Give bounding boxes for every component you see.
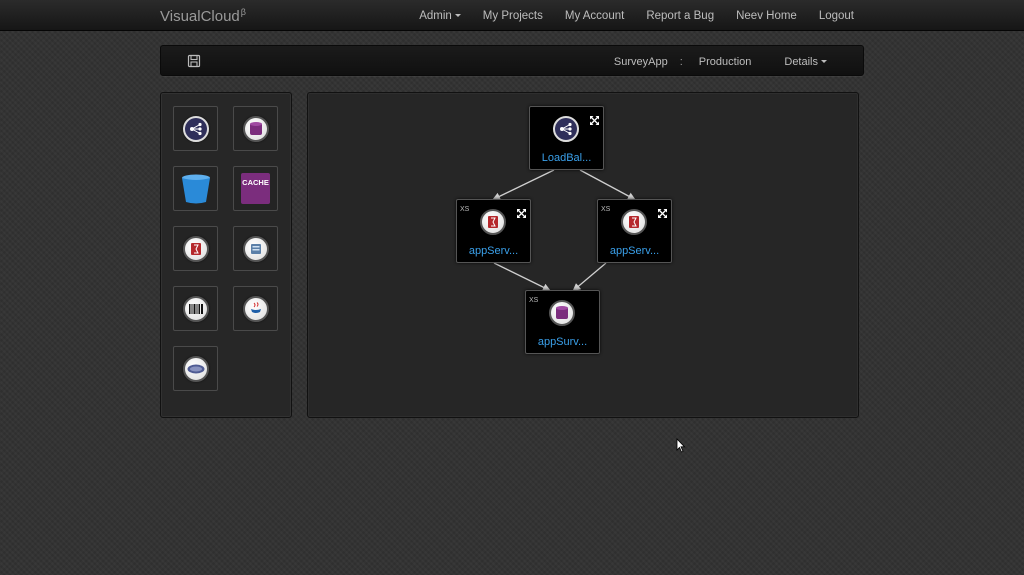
app-server-icon bbox=[480, 209, 506, 235]
nav-admin-label: Admin bbox=[419, 9, 452, 22]
expand-icon bbox=[517, 209, 526, 218]
node-label: appSurv... bbox=[537, 336, 588, 348]
instance-size-badge: XS bbox=[529, 297, 539, 304]
mouse-cursor-icon bbox=[676, 438, 686, 453]
nav-admin[interactable]: Admin bbox=[419, 10, 461, 22]
java-icon bbox=[242, 295, 269, 322]
barcode-icon bbox=[182, 295, 209, 322]
palette-load-balancer[interactable] bbox=[173, 106, 218, 151]
caret-down-icon bbox=[821, 60, 827, 63]
expand-button[interactable] bbox=[658, 205, 667, 218]
brand-name: VisualCloud bbox=[160, 8, 240, 25]
instance-size-badge: XS bbox=[601, 206, 611, 213]
project-toolbar: SurveyApp : Production Details bbox=[160, 45, 864, 76]
nav-logout[interactable]: Logout bbox=[819, 10, 854, 22]
breadcrumb-separator: : bbox=[679, 55, 683, 68]
node-label: LoadBal... bbox=[541, 152, 592, 164]
connection-app2-db[interactable] bbox=[572, 262, 607, 292]
node-label: appServ... bbox=[609, 245, 660, 257]
storage-bucket-icon bbox=[181, 174, 210, 203]
save-icon bbox=[187, 54, 201, 68]
brand-logo[interactable]: VisualCloudβ bbox=[160, 7, 246, 25]
node-database[interactable]: XS appSurv... bbox=[525, 290, 600, 354]
palette-storage-bucket[interactable] bbox=[173, 166, 218, 211]
palette-app-server[interactable] bbox=[173, 226, 218, 271]
save-button[interactable] bbox=[187, 54, 201, 68]
node-app-server-1[interactable]: XS appServ... bbox=[456, 199, 531, 263]
main-nav: Admin My Projects My Account Report a Bu… bbox=[397, 0, 854, 31]
nav-neev-home[interactable]: Neev Home bbox=[736, 10, 797, 22]
app-server-icon bbox=[182, 235, 209, 262]
instance-size-badge: XS bbox=[460, 206, 470, 213]
load-balancer-icon bbox=[553, 116, 579, 142]
palette-java[interactable] bbox=[233, 286, 278, 331]
palette-database[interactable] bbox=[233, 106, 278, 151]
cache-icon: CACHE bbox=[241, 173, 270, 204]
database-icon bbox=[549, 300, 575, 326]
caret-down-icon bbox=[454, 14, 461, 17]
expand-icon bbox=[658, 209, 667, 218]
server-icon bbox=[242, 235, 269, 262]
connection-lb-app1[interactable] bbox=[492, 169, 555, 200]
nav-my-account[interactable]: My Account bbox=[565, 10, 624, 22]
palette-php[interactable] bbox=[173, 346, 218, 391]
palette-cache[interactable]: CACHE bbox=[233, 166, 278, 211]
project-name[interactable]: SurveyApp bbox=[614, 56, 668, 68]
palette-server[interactable] bbox=[233, 226, 278, 271]
top-navbar: VisualCloudβ Admin My Projects My Accoun… bbox=[0, 0, 1024, 31]
database-icon bbox=[242, 115, 269, 142]
app-server-icon bbox=[621, 209, 647, 235]
nav-my-projects[interactable]: My Projects bbox=[483, 10, 543, 22]
project-context: SurveyApp : Production Details bbox=[614, 46, 827, 77]
environment-name[interactable]: Production bbox=[699, 56, 752, 68]
connection-lb-app2[interactable] bbox=[579, 169, 636, 200]
node-label: appServ... bbox=[468, 245, 519, 257]
php-icon bbox=[182, 355, 209, 382]
brand-beta: β bbox=[240, 7, 246, 17]
expand-button[interactable] bbox=[517, 205, 526, 218]
expand-button[interactable] bbox=[590, 112, 599, 125]
nav-report-bug[interactable]: Report a Bug bbox=[646, 10, 714, 22]
expand-icon bbox=[590, 116, 599, 125]
component-palette: CACHE bbox=[160, 92, 292, 418]
diagram-canvas[interactable]: LoadBal... XS appServ... XS appServ... X… bbox=[307, 92, 859, 418]
details-label: Details bbox=[784, 55, 818, 68]
load-balancer-icon bbox=[182, 115, 209, 142]
node-load-balancer[interactable]: LoadBal... bbox=[529, 106, 604, 170]
details-dropdown[interactable]: Details bbox=[784, 56, 827, 68]
connection-app1-db[interactable] bbox=[493, 262, 551, 291]
palette-barcode-service[interactable] bbox=[173, 286, 218, 331]
node-app-server-2[interactable]: XS appServ... bbox=[597, 199, 672, 263]
